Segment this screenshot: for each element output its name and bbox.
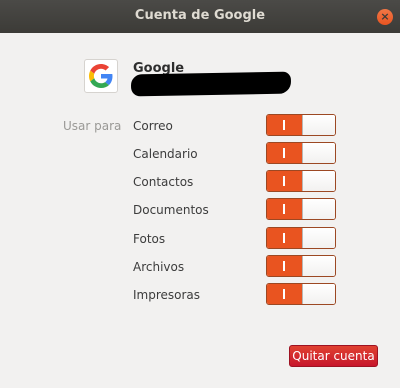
service-label-calendario: Calendario (133, 147, 198, 161)
google-logo-icon (84, 59, 118, 93)
toggle-fotos[interactable] (266, 227, 336, 249)
service-label-fotos: Fotos (133, 232, 166, 246)
service-label-impresoras: Impresoras (133, 288, 201, 302)
close-icon: × (380, 10, 390, 23)
service-label-archivos: Archivos (133, 260, 185, 274)
toggle-calendario[interactable] (266, 142, 336, 164)
toggle-correo[interactable] (266, 114, 336, 136)
usage-label: Usar para (63, 119, 122, 133)
toggle-contactos[interactable] (266, 170, 336, 192)
close-button[interactable]: × (377, 9, 393, 25)
account-dialog: Cuenta de Google × Google Usar para Corr… (0, 0, 400, 388)
service-label-correo: Correo (133, 119, 173, 133)
remove-account-button[interactable]: Quitar cuenta (289, 345, 378, 367)
toggle-archivos[interactable] (266, 255, 336, 277)
toggle-documentos[interactable] (266, 198, 336, 220)
service-label-contactos: Contactos (133, 175, 194, 189)
toggle-impresoras[interactable] (266, 283, 336, 305)
service-label-documentos: Documentos (133, 203, 209, 217)
google-g-icon (89, 64, 113, 88)
redacted-account-email (130, 71, 292, 97)
title-bar[interactable]: Cuenta de Google × (0, 0, 400, 33)
window-title: Cuenta de Google (134, 8, 266, 23)
